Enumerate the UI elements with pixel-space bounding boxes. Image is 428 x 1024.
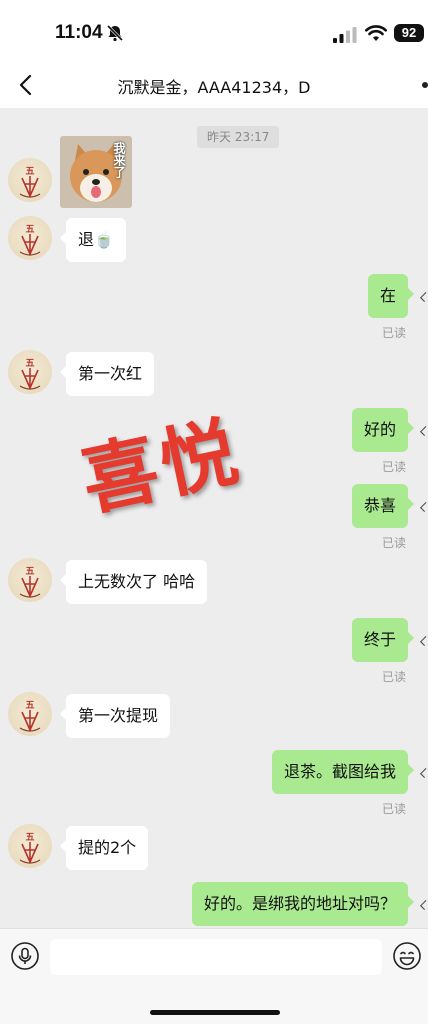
read-receipt: 已读 bbox=[381, 802, 406, 816]
avatar[interactable]: 五 bbox=[8, 158, 52, 202]
home-indicator bbox=[150, 1010, 280, 1015]
read-receipt: 已读 bbox=[381, 326, 406, 340]
message-bubble[interactable]: 退🍵 bbox=[60, 218, 126, 262]
signal-icon bbox=[333, 27, 357, 43]
message-bubble[interactable]: 第一次红 bbox=[59, 352, 155, 396]
more-icon[interactable] bbox=[422, 82, 428, 88]
avatar[interactable]: 五 bbox=[8, 558, 52, 602]
avatar-seal-image: 五 bbox=[19, 832, 41, 864]
edge-marker bbox=[420, 768, 428, 778]
status-time: 11:04 bbox=[55, 22, 103, 43]
avatar-seal-image: 五 bbox=[19, 166, 41, 198]
read-receipt: 已读 bbox=[381, 536, 406, 550]
message-bubble[interactable]: 退茶。截图给我 bbox=[271, 750, 415, 794]
sticker-caption: 我来了 bbox=[112, 142, 126, 178]
avatar[interactable]: 五 bbox=[8, 216, 52, 260]
message-bubble[interactable]: 提的2个 bbox=[59, 826, 149, 870]
avatar[interactable]: 五 bbox=[8, 824, 52, 868]
message-bubble[interactable]: 在 bbox=[367, 274, 415, 318]
message-bubble[interactable]: 好的。是绑我的地址对吗？ bbox=[191, 882, 415, 926]
message-bubble[interactable]: 第一次提现 bbox=[59, 694, 171, 738]
avatar-seal-image: 五 bbox=[19, 566, 41, 598]
svg-text:五: 五 bbox=[25, 700, 34, 711]
avatar-seal-image: 五 bbox=[19, 224, 41, 256]
edge-marker bbox=[420, 900, 428, 910]
voice-icon[interactable] bbox=[10, 941, 40, 971]
svg-text:五: 五 bbox=[25, 224, 34, 235]
emoji-icon[interactable] bbox=[392, 941, 422, 971]
edge-marker bbox=[420, 502, 428, 512]
avatar-seal-image: 五 bbox=[19, 358, 41, 390]
message-bubble[interactable]: 恭喜 bbox=[351, 484, 415, 528]
message-bubble[interactable]: 终于 bbox=[351, 618, 415, 662]
wifi-icon bbox=[365, 25, 387, 41]
avatar[interactable]: 五 bbox=[8, 692, 52, 736]
read-receipt: 已读 bbox=[381, 670, 406, 684]
bell-off-icon bbox=[106, 24, 124, 42]
svg-text:五: 五 bbox=[25, 166, 34, 177]
svg-text:五: 五 bbox=[25, 566, 34, 577]
message-bubble[interactable]: 上无数次了 哈哈 bbox=[59, 560, 208, 604]
back-icon[interactable] bbox=[16, 74, 36, 96]
edge-marker bbox=[420, 426, 428, 436]
chat-header: 沉默是金，AAA41234，D bbox=[0, 62, 428, 108]
avatar-seal-image: 五 bbox=[19, 700, 41, 732]
svg-text:五: 五 bbox=[25, 832, 34, 843]
avatar[interactable]: 五 bbox=[8, 350, 52, 394]
svg-text:五: 五 bbox=[25, 358, 34, 369]
sticker-image[interactable]: 我来了 bbox=[60, 136, 132, 208]
edge-marker bbox=[420, 292, 428, 302]
message-input[interactable] bbox=[50, 939, 382, 975]
chat-messages[interactable]: 昨天 23:17 五 我来了 五 退🍵 在 已读 五 第一次红 好的 已读 恭喜… bbox=[0, 108, 428, 928]
message-timestamp: 昨天 23:17 bbox=[197, 126, 280, 148]
read-receipt: 已读 bbox=[381, 460, 406, 474]
message-bubble[interactable]: 好的 bbox=[351, 408, 415, 452]
status-bar: 11:04 92 bbox=[0, 0, 428, 62]
edge-marker bbox=[420, 636, 428, 646]
battery-level: 92 bbox=[394, 24, 424, 42]
chat-title: 沉默是金，AAA41234，D bbox=[117, 78, 311, 97]
